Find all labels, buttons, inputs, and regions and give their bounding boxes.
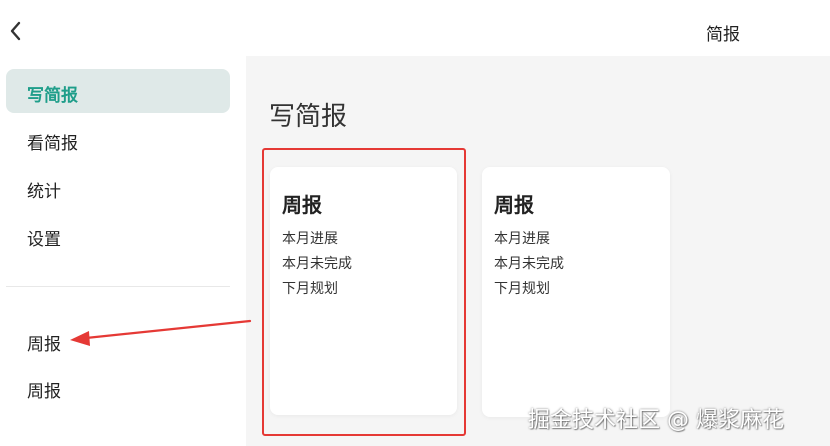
card-line: 本月进展 [282, 231, 338, 247]
sidebar-item-label: 设置 [27, 230, 61, 250]
page-title: 写简报 [269, 102, 348, 132]
sidebar-item-settings[interactable]: 设置 [6, 213, 230, 257]
top-bar: 简报 [0, 0, 830, 56]
card-line: 下月规划 [282, 281, 338, 297]
sidebar-item-label: 周报 [27, 382, 61, 402]
sidebar-item-label: 看简报 [27, 134, 78, 154]
sidebar-template-weekly-report[interactable]: 周报 [6, 365, 230, 409]
card-title: 周报 [494, 193, 534, 217]
watermark: 掘金技术社区 @ 爆浆麻花 [528, 408, 784, 433]
sidebar-template-weekly-report[interactable]: 周报 [6, 318, 230, 362]
sidebar-divider [6, 286, 230, 287]
sidebar-item-label: 统计 [27, 182, 61, 202]
report-template-card[interactable]: 周报 本月进展 本月未完成 下月规划 [482, 167, 670, 417]
card-title: 周报 [282, 193, 322, 217]
page-header-title: 简报 [706, 25, 740, 45]
card-line: 本月未完成 [282, 256, 352, 272]
sidebar-item-write-report[interactable]: 写简报 [6, 69, 230, 113]
sidebar-item-statistics[interactable]: 统计 [6, 165, 230, 209]
card-line: 本月进展 [494, 231, 550, 247]
main-content: 写简报 周报 本月进展 本月未完成 下月规划 周报 本月进展 本月未完成 下月规… [246, 56, 830, 446]
back-button[interactable] [4, 16, 28, 46]
sidebar-item-view-reports[interactable]: 看简报 [6, 117, 230, 161]
card-line: 下月规划 [494, 281, 550, 297]
sidebar-item-label: 周报 [27, 335, 61, 355]
sidebar-item-label: 写简报 [27, 86, 78, 106]
sidebar: 写简报 看简报 统计 设置 周报 周报 [0, 56, 246, 446]
chevron-left-icon [10, 21, 21, 41]
report-template-card[interactable]: 周报 本月进展 本月未完成 下月规划 [270, 167, 457, 415]
card-line: 本月未完成 [494, 256, 564, 272]
